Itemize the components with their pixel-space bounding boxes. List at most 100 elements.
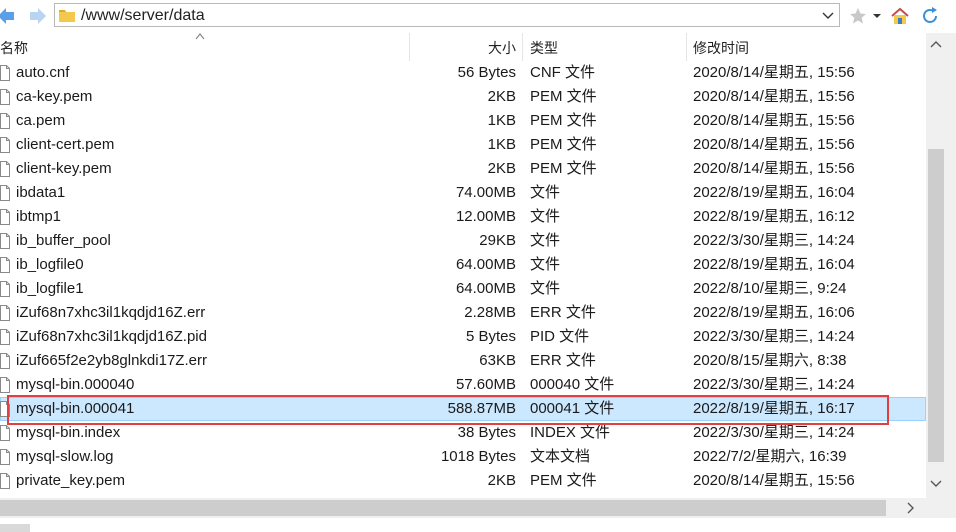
file-name[interactable]: ca-key.pem xyxy=(16,88,92,106)
file-icon xyxy=(0,401,10,417)
file-icon xyxy=(0,185,10,201)
file-size: 63KB xyxy=(479,352,516,369)
address-path[interactable]: /www/server/data xyxy=(81,7,205,24)
scroll-up-icon[interactable] xyxy=(930,39,942,49)
back-button[interactable] xyxy=(0,6,16,26)
scroll-down-icon[interactable] xyxy=(930,479,942,489)
file-type: 文件 xyxy=(530,208,561,225)
file-row[interactable]: iZuf68n7xhc3il1kqdjd16Z.pid 5 Bytes PID 文件… xyxy=(0,325,926,349)
chevron-down-icon[interactable] xyxy=(821,8,835,22)
file-name[interactable]: ca.pem xyxy=(16,112,65,130)
file-size: 12.00MB xyxy=(455,208,516,225)
vertical-scrollbar[interactable] xyxy=(926,33,956,498)
file-name[interactable]: auto.cnf xyxy=(16,64,69,82)
file-type: 文件 xyxy=(530,256,561,273)
file-row[interactable]: auto.cnf 56 Bytes CNF 文件 2020/8/14/星期五, 15:… xyxy=(0,61,926,85)
file-name[interactable]: ibtmp1 xyxy=(16,208,61,226)
scrollbar-corner xyxy=(926,498,956,518)
file-name[interactable]: mysql-bin.000040 xyxy=(16,376,134,394)
file-size: 64.00MB xyxy=(455,256,516,273)
file-name[interactable]: ib_logfile0 xyxy=(16,256,84,274)
file-name[interactable]: client-key.pem xyxy=(16,160,112,178)
file-name[interactable]: mysql-slow.log xyxy=(16,448,114,466)
file-modified: 2022/3/30/星期三, 14:24 xyxy=(693,328,855,345)
file-size: 1018 Bytes xyxy=(440,448,516,465)
file-modified: 2022/3/30/星期三, 14:24 xyxy=(693,376,855,393)
file-row[interactable]: ibdata1 74.00MB 文件 2022/8/19/星期五, 16:04 xyxy=(0,181,926,205)
file-type: PEM 文件 xyxy=(530,136,597,153)
file-name[interactable]: iZuf665f2e2yb8glnkdi17Z.err xyxy=(16,352,207,370)
file-name[interactable]: mysql-bin.index xyxy=(16,424,120,442)
file-row[interactable]: ib_buffer_pool 29KB 文件 2022/3/30/星期三, 14:24 xyxy=(0,229,926,253)
horizontal-scroll-thumb[interactable] xyxy=(0,500,886,516)
file-modified: 2020/8/15/星期六, 8:38 xyxy=(693,352,847,369)
file-type: PEM 文件 xyxy=(530,88,597,105)
file-row[interactable]: ca-key.pem 2KB PEM 文件 2020/8/14/星期五, 15:56 xyxy=(0,85,926,109)
file-size: 5 Bytes xyxy=(465,328,516,345)
file-row[interactable]: mysql-bin.000041 588.87MB 000041 文件 2022/8/… xyxy=(0,397,926,421)
file-name[interactable]: private_key.pem xyxy=(16,472,125,490)
folder-icon xyxy=(59,10,75,22)
file-type: ERR 文件 xyxy=(530,304,596,321)
home-icon[interactable] xyxy=(890,6,910,26)
file-size: 2KB xyxy=(487,472,516,489)
file-row[interactable]: iZuf68n7xhc3il1kqdjd16Z.err 2.28MB ERR 文件 2… xyxy=(0,301,926,325)
refresh-icon[interactable] xyxy=(920,6,940,26)
column-divider[interactable] xyxy=(522,33,523,61)
file-modified: 2020/8/14/星期五, 15:56 xyxy=(693,64,855,81)
file-name[interactable]: iZuf68n7xhc3il1kqdjd16Z.pid xyxy=(16,328,207,346)
column-divider[interactable] xyxy=(686,33,687,61)
back-arrow-icon xyxy=(0,8,14,24)
vertical-scroll-thumb[interactable] xyxy=(928,149,944,462)
file-row[interactable]: client-cert.pem 1KB PEM 文件 2020/8/14/星期五, 1… xyxy=(0,133,926,157)
file-modified: 2020/8/14/星期五, 15:56 xyxy=(693,472,855,489)
file-row[interactable]: client-key.pem 2KB PEM 文件 2020/8/14/星期五, 15… xyxy=(0,157,926,181)
file-icon xyxy=(0,113,10,129)
column-name[interactable]: 名称 xyxy=(0,40,28,56)
address-bar[interactable]: /www/server/data xyxy=(54,3,840,27)
file-size: 29KB xyxy=(479,232,516,249)
file-type: 000040 文件 xyxy=(530,376,615,393)
file-row[interactable]: mysql-bin.000040 57.60MB 000040 文件 2022/3/3… xyxy=(0,373,926,397)
file-size: 38 Bytes xyxy=(457,424,516,441)
scroll-right-icon[interactable] xyxy=(906,502,916,514)
file-row[interactable]: ib_logfile1 64.00MB 文件 2022/8/10/星期三, 9:24 xyxy=(0,277,926,301)
status-strip xyxy=(0,518,956,532)
file-icon xyxy=(0,209,10,225)
file-icon xyxy=(0,449,10,465)
file-name[interactable]: mysql-bin.000041 xyxy=(16,400,134,418)
file-row[interactable]: ibtmp1 12.00MB 文件 2022/8/19/星期五, 16:12 xyxy=(0,205,926,229)
column-type[interactable]: 类型 xyxy=(530,40,558,56)
star-icon[interactable] xyxy=(848,6,868,26)
file-modified: 2022/7/2/星期六, 16:39 xyxy=(693,448,847,465)
file-size: 1KB xyxy=(487,112,516,129)
file-name[interactable]: ib_buffer_pool xyxy=(16,232,111,250)
dropdown-arrow-icon[interactable] xyxy=(872,6,882,26)
file-modified: 2022/8/10/星期三, 9:24 xyxy=(693,280,847,297)
column-size[interactable]: 大小 xyxy=(488,40,516,56)
file-icon xyxy=(0,233,10,249)
file-row[interactable]: iZuf665f2e2yb8glnkdi17Z.err 63KB ERR 文件 202… xyxy=(0,349,926,373)
column-divider[interactable] xyxy=(409,33,410,61)
file-name[interactable]: ibdata1 xyxy=(16,184,65,202)
file-row[interactable]: mysql-slow.log 1018 Bytes 文本文档 2022/7/2/星期六… xyxy=(0,445,926,469)
file-modified: 2022/3/30/星期三, 14:24 xyxy=(693,424,855,441)
file-type: 文件 xyxy=(530,184,561,201)
horizontal-scrollbar[interactable] xyxy=(0,498,926,518)
file-row[interactable]: private_key.pem 2KB PEM 文件 2020/8/14/星期五, 1… xyxy=(0,469,926,493)
file-name[interactable]: ib_logfile1 xyxy=(16,280,84,298)
file-modified: 2022/8/19/星期五, 16:06 xyxy=(693,304,855,321)
file-size: 2KB xyxy=(487,160,516,177)
file-name[interactable]: client-cert.pem xyxy=(16,136,114,154)
file-row[interactable]: mysql-bin.index 38 Bytes INDEX 文件 2022/3/30… xyxy=(0,421,926,445)
file-name[interactable]: iZuf68n7xhc3il1kqdjd16Z.err xyxy=(16,304,205,322)
column-modified[interactable]: 修改时间 xyxy=(693,40,749,56)
file-icon xyxy=(0,161,10,177)
forward-button[interactable] xyxy=(28,6,48,26)
file-icon xyxy=(0,353,10,369)
forward-arrow-icon xyxy=(30,8,46,24)
file-size: 588.87MB xyxy=(447,400,516,417)
file-row[interactable]: ca.pem 1KB PEM 文件 2020/8/14/星期五, 15:56 xyxy=(0,109,926,133)
file-list: 名称 大小 类型 修改时间 auto.cnf 56 Bytes CNF 文件 2020… xyxy=(0,33,926,498)
file-row[interactable]: ib_logfile0 64.00MB 文件 2022/8/19/星期五, 16:04 xyxy=(0,253,926,277)
